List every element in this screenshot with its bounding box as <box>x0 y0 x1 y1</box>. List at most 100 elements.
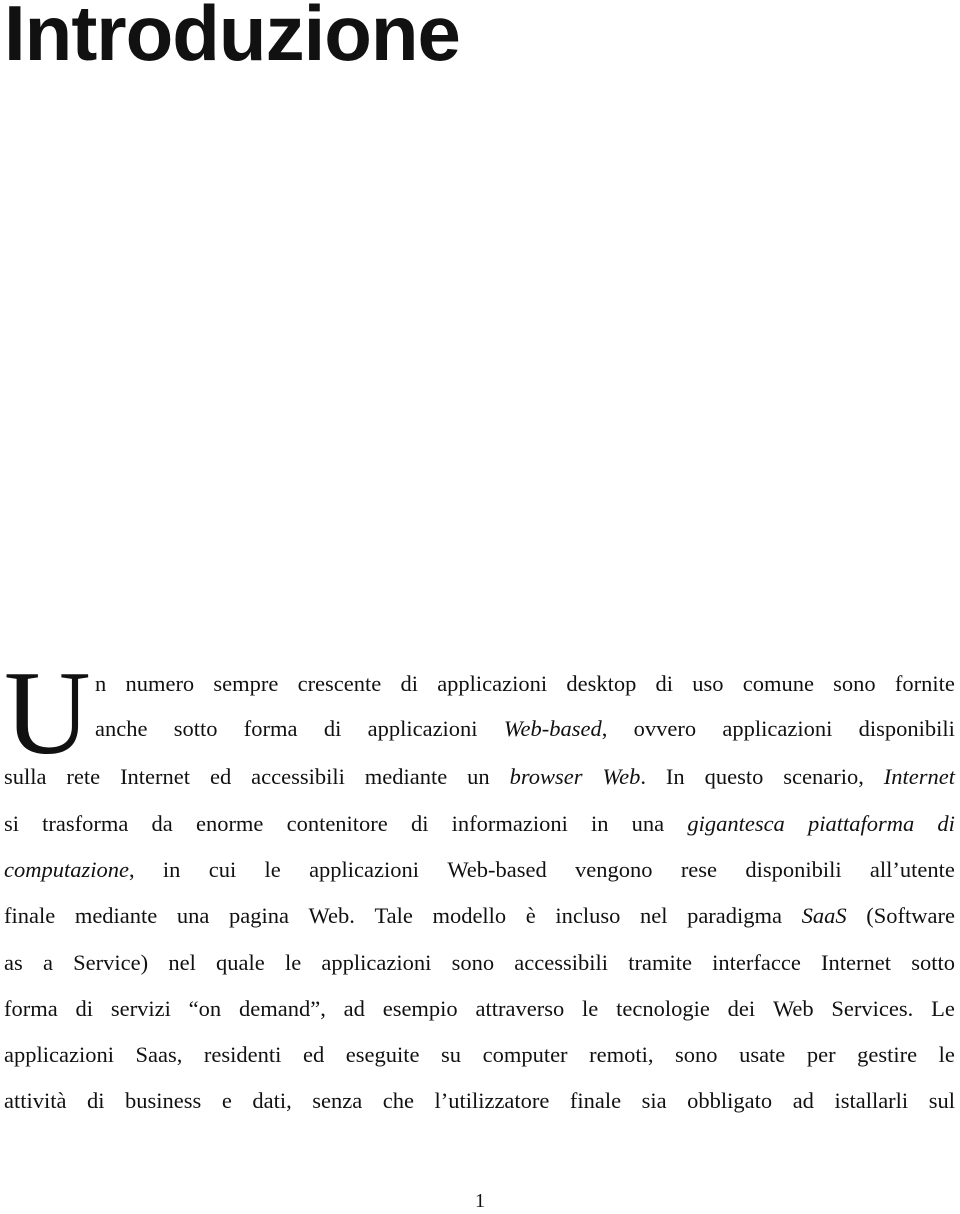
line-words: attività di business e dati, senza che l’utiliz… <box>4 1086 955 1116</box>
word: Web-based, <box>504 714 608 744</box>
word: obbligato <box>687 1086 772 1116</box>
word: forma <box>4 994 58 1024</box>
line-words: sulla rete Internet ed accessibili mediante un… <box>4 762 955 792</box>
text: nel <box>168 950 196 975</box>
text: ed <box>209 764 232 789</box>
line-words: n numero sempre crescente di applicazioni desk… <box>95 669 955 699</box>
text: sotto <box>173 716 218 741</box>
text: incluso <box>555 903 621 928</box>
word: esempio <box>383 994 458 1024</box>
text-line: finale mediante una pagina Web. Tale modello è i… <box>4 901 955 931</box>
text: e <box>221 1088 232 1113</box>
word: di <box>87 1086 105 1116</box>
word: è <box>526 901 536 931</box>
text: tramite <box>628 950 692 975</box>
text: sulla <box>4 764 47 789</box>
text: Service) <box>73 950 149 975</box>
text: le <box>938 1042 955 1067</box>
text: tecnologie <box>616 996 710 1021</box>
text: paradigma <box>687 903 783 928</box>
text-line: attività di business e dati, senza che l’utiliz… <box>4 1086 955 1116</box>
word: a <box>43 948 53 978</box>
text: Web <box>772 996 814 1021</box>
word: le <box>939 1040 955 1070</box>
word: crescente <box>298 669 382 699</box>
text: sotto <box>911 950 955 975</box>
text: rete <box>66 764 101 789</box>
word: sono <box>675 1040 718 1070</box>
word: uso <box>692 669 723 699</box>
text-line: forma di servizi “on demand”, ad esempio attrav… <box>4 994 955 1024</box>
word: di <box>400 669 418 699</box>
text: nel <box>639 903 668 928</box>
text: applicazioni <box>321 950 432 975</box>
word: scenario, <box>783 762 864 792</box>
text: Le <box>931 996 955 1021</box>
word: piattaforma <box>808 809 914 839</box>
word: ovvero <box>634 714 696 744</box>
text: un <box>467 764 490 789</box>
line-words: as a Service) nel quale le applicazioni sono acc… <box>4 948 955 978</box>
text: sia <box>641 1088 667 1113</box>
line-words: anche sotto forma di applicazioni Web-based, o… <box>95 714 955 744</box>
word: nel <box>168 948 196 978</box>
word: anche <box>95 714 147 744</box>
text: Internet <box>120 764 191 789</box>
italic-text: SaaS <box>801 903 847 928</box>
text: ovvero <box>633 716 697 741</box>
word: mediante <box>75 901 157 931</box>
word: l’utilizzatore <box>434 1086 549 1116</box>
text: applicazioni <box>722 716 833 741</box>
text: applicazioni <box>309 857 420 882</box>
word: Web-based <box>447 855 546 885</box>
text: disponibili <box>858 716 955 741</box>
word: numero <box>125 669 194 699</box>
word: sono <box>452 948 495 978</box>
text: vengono <box>575 857 653 882</box>
word: applicazioni <box>722 714 832 744</box>
text: interfacce <box>712 950 801 975</box>
word: sulla <box>4 762 47 792</box>
word: interfacce <box>712 948 801 978</box>
text: In <box>665 764 685 789</box>
word: remoti, <box>589 1040 653 1070</box>
word: Services. <box>831 994 913 1024</box>
text: informazioni <box>451 811 568 836</box>
word: ed <box>303 1040 324 1070</box>
text: attraverso <box>475 996 565 1021</box>
word: in <box>591 809 609 839</box>
word: Service) <box>73 948 148 978</box>
word: applicazioni <box>309 855 419 885</box>
text: servizi <box>110 996 171 1021</box>
text: dati, <box>252 1088 292 1113</box>
text: pagina <box>228 903 289 928</box>
text: Saas, <box>135 1042 183 1067</box>
text: comune <box>742 671 814 696</box>
word: le <box>285 948 301 978</box>
text: è <box>525 903 536 928</box>
word: sia <box>642 1086 667 1116</box>
text: ed <box>302 1042 325 1067</box>
word: Internet <box>821 948 891 978</box>
text: ad <box>343 996 365 1021</box>
text: rese <box>680 857 718 882</box>
text: a <box>42 950 53 975</box>
text: residenti <box>203 1042 282 1067</box>
text: business <box>125 1088 202 1113</box>
text: da <box>151 811 173 836</box>
word: quale <box>216 948 265 978</box>
word: computazione, <box>4 855 135 885</box>
word: Web. <box>309 901 355 931</box>
word: comune <box>743 669 814 699</box>
chapter-title: Introduzione <box>4 0 461 77</box>
text: quale <box>216 950 265 975</box>
word: da <box>152 809 173 839</box>
italic-text: Web <box>602 764 641 789</box>
word: sul <box>929 1086 955 1116</box>
text: applicazioni <box>437 671 548 696</box>
italic-text: piattaforma <box>807 811 915 836</box>
word: sempre <box>213 669 278 699</box>
word: desktop <box>566 669 636 699</box>
line-words: forma di servizi “on demand”, ad esempio attrav… <box>4 994 955 1024</box>
word: informazioni <box>452 809 568 839</box>
